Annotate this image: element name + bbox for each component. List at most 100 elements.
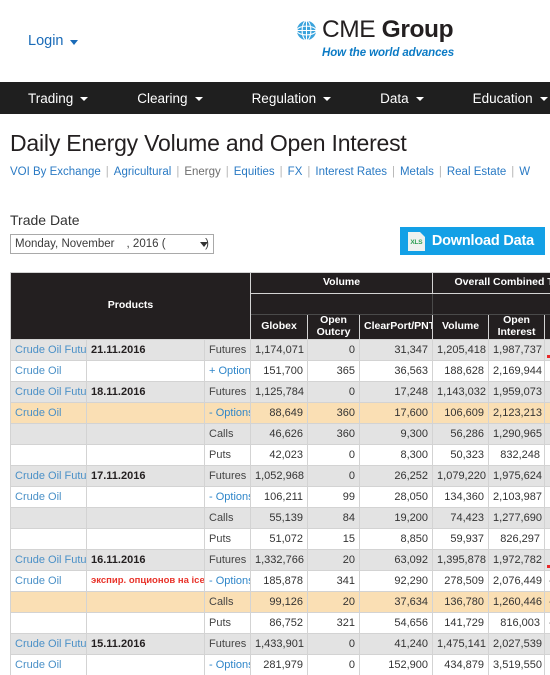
total-volume-cell: 136,780 bbox=[432, 590, 490, 613]
nav-item-label: Data bbox=[380, 90, 409, 106]
nav-item-clearing[interactable]: Clearing bbox=[137, 91, 203, 106]
product-name-cell[interactable] bbox=[10, 611, 87, 634]
download-data-button[interactable]: XLS Download Data bbox=[399, 227, 545, 255]
clearport-pnt-volume-cell: 54,656 bbox=[358, 611, 434, 634]
change-cell: -37,192 bbox=[544, 632, 550, 655]
trade-date-select[interactable]: Monday, November , 2016 ( ) bbox=[10, 234, 214, 254]
table-row: Crude Oil - Options 281,979 0 152,900 434,879… bbox=[10, 653, 550, 675]
trade-date-value-suffix: , 2016 ( bbox=[126, 238, 166, 250]
table-row: Crude Oil - Options 106,211 99 28,050 134,360… bbox=[10, 485, 550, 508]
breadcrumb-link-truncated[interactable]: W bbox=[519, 166, 530, 178]
product-name-cell[interactable]: Crude Oil Future bbox=[10, 464, 87, 487]
nav-item-regulation[interactable]: Regulation bbox=[252, 91, 332, 106]
breadcrumb-separator: | bbox=[279, 166, 283, 178]
open-interest-cell: 826,297 bbox=[488, 527, 546, 550]
table-body: Crude Oil Future21.11.2016Futures1,174,0… bbox=[10, 338, 550, 675]
breadcrumb-link-voi-by-exchange[interactable]: VOI By Exchange bbox=[10, 166, 101, 178]
table-row: Puts86,75232154,656141,729816,003-570,41… bbox=[10, 611, 550, 634]
breadcrumb-link-agricultural[interactable]: Agricultural bbox=[114, 166, 172, 178]
main-navigation: Trading Clearing Regulation Data Educati… bbox=[0, 82, 550, 114]
clearport-pnt-volume-cell: 92,290 bbox=[358, 569, 434, 592]
product-name-cell[interactable] bbox=[10, 506, 87, 529]
trade-date-cell bbox=[86, 401, 205, 424]
trade-date-cell: 17.11.2016 bbox=[86, 464, 205, 487]
breadcrumb-link-fx[interactable]: FX bbox=[288, 166, 303, 178]
cme-group-logo[interactable]: CME Group How the world advances bbox=[296, 17, 471, 59]
change-cell: -1,443,101 bbox=[544, 569, 550, 592]
instrument-type-link[interactable]: - Options bbox=[204, 653, 251, 675]
breadcrumb-link-metals[interactable]: Metals bbox=[400, 166, 434, 178]
open-outcry-volume-cell: 20 bbox=[307, 548, 360, 571]
change-cell: 10,294 bbox=[544, 527, 550, 550]
open-outcry-volume-cell: 360 bbox=[307, 401, 360, 424]
breadcrumb-separator: | bbox=[438, 166, 442, 178]
instrument-type-link[interactable]: + Options bbox=[204, 359, 251, 382]
xls-icon-text: XLS bbox=[410, 239, 423, 246]
product-name-cell[interactable]: Crude Oil Future bbox=[10, 548, 87, 571]
chevron-down-icon bbox=[80, 97, 89, 101]
breadcrumb-link-interest-rates[interactable]: Interest Rates bbox=[315, 166, 387, 178]
instrument-type-link[interactable]: - Options bbox=[204, 485, 251, 508]
controls-row: Monday, November , 2016 ( ) XLS Download… bbox=[0, 227, 550, 256]
login-menu[interactable]: Login bbox=[28, 33, 79, 49]
globex-volume-cell: 42,023 bbox=[250, 443, 308, 466]
product-name-cell[interactable] bbox=[10, 422, 87, 445]
product-name-cell[interactable]: Crude Oil Future bbox=[10, 338, 87, 361]
chevron-down-icon bbox=[70, 39, 79, 45]
product-name-cell[interactable]: Crude Oil bbox=[10, 401, 87, 424]
column-header-open-outcry: Open Outcry bbox=[307, 314, 360, 340]
page-title: Daily Energy Volume and Open Interest bbox=[10, 130, 407, 156]
column-header-spacer-overall bbox=[432, 293, 550, 315]
product-name-cell[interactable]: Crude Oil bbox=[10, 359, 87, 382]
instrument-type-cell: Calls bbox=[204, 506, 251, 529]
instrument-type-cell: Futures bbox=[204, 632, 251, 655]
product-name-cell[interactable]: Crude Oil bbox=[10, 485, 87, 508]
total-volume-cell: 434,879 bbox=[432, 653, 490, 675]
open-outcry-volume-cell: 0 bbox=[307, 653, 360, 675]
instrument-type-link[interactable]: - Options bbox=[204, 401, 251, 424]
total-volume-cell: 188,628 bbox=[432, 359, 490, 382]
breadcrumb-link-energy[interactable]: Energy bbox=[184, 166, 220, 178]
open-outcry-volume-cell: 360 bbox=[307, 422, 360, 445]
breadcrumb-separator: | bbox=[307, 166, 311, 178]
clearport-pnt-volume-cell: 31,347 bbox=[358, 338, 434, 361]
product-name-cell[interactable]: Crude Oil bbox=[10, 653, 87, 675]
globex-volume-cell: 46,626 bbox=[250, 422, 308, 445]
open-interest-cell: 3,519,550 bbox=[488, 653, 546, 675]
change-cell: 2,842 bbox=[544, 464, 550, 487]
breadcrumb-link-real-estate[interactable]: Real Estate bbox=[447, 166, 506, 178]
globex-volume-cell: 1,174,071 bbox=[250, 338, 308, 361]
open-interest-cell: 2,103,987 bbox=[488, 485, 546, 508]
product-name-cell[interactable]: Crude Oil Future bbox=[10, 380, 87, 403]
instrument-type-link[interactable]: - Options bbox=[204, 569, 251, 592]
nav-item-data[interactable]: Data bbox=[380, 91, 424, 106]
open-interest-cell: 1,277,690 bbox=[488, 506, 546, 529]
globex-volume-cell: 185,878 bbox=[250, 569, 308, 592]
globex-volume-cell: 106,211 bbox=[250, 485, 308, 508]
change-cell: 13,275 bbox=[544, 422, 550, 445]
total-volume-cell: 74,423 bbox=[432, 506, 490, 529]
total-volume-cell: 106,609 bbox=[432, 401, 490, 424]
chevron-down-icon bbox=[539, 97, 548, 101]
trade-date-cell bbox=[86, 590, 205, 613]
nav-item-trading[interactable]: Trading bbox=[28, 91, 89, 106]
nav-item-education[interactable]: Education bbox=[473, 91, 548, 106]
globex-volume-cell: 151,700 bbox=[250, 359, 308, 382]
product-name-cell[interactable] bbox=[10, 527, 87, 550]
globex-volume-cell: 51,072 bbox=[250, 527, 308, 550]
product-name-cell[interactable]: Crude Oil Future bbox=[10, 632, 87, 655]
product-name-cell[interactable] bbox=[10, 443, 87, 466]
open-interest-cell: 2,027,539 bbox=[488, 632, 546, 655]
instrument-type-cell: Puts bbox=[204, 527, 251, 550]
breadcrumb-link-equities[interactable]: Equities bbox=[234, 166, 275, 178]
change-cell: 17,244 bbox=[544, 506, 550, 529]
column-header-globex: Globex bbox=[250, 314, 308, 340]
product-name-cell[interactable]: Crude Oil bbox=[10, 569, 87, 592]
trade-date-cell bbox=[86, 485, 205, 508]
clearport-pnt-volume-cell: 17,248 bbox=[358, 380, 434, 403]
product-name-cell[interactable] bbox=[10, 590, 87, 613]
trade-date-cell bbox=[86, 506, 205, 529]
total-volume-cell: 1,143,032 bbox=[432, 380, 490, 403]
logo-tagline: How the world advances bbox=[322, 46, 454, 59]
instrument-type-cell: Calls bbox=[204, 590, 251, 613]
